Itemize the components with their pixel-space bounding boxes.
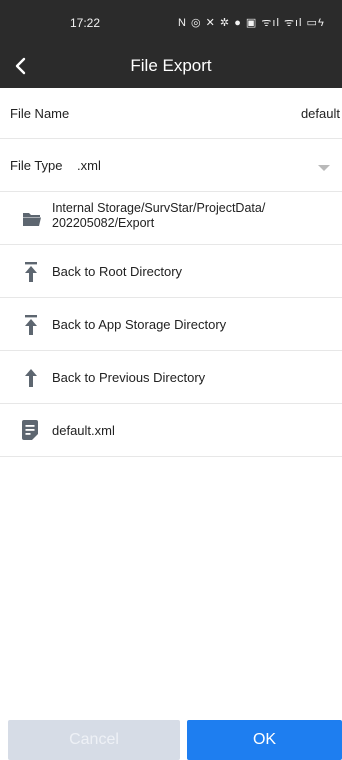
list-item-label: default.xml bbox=[52, 423, 115, 438]
current-path-row: Internal Storage/SurvStar/ProjectData/ 2… bbox=[0, 192, 342, 245]
status-bar: 17:22 N ◎ ✕ ✲ ● ▣ ᯤıl ᯤıl ▭ϟ bbox=[0, 0, 342, 44]
list-item-label: Back to Previous Directory bbox=[52, 370, 206, 385]
file-name-field[interactable]: default bbox=[301, 106, 340, 121]
current-path-text: Internal Storage/SurvStar/ProjectData/ 2… bbox=[52, 201, 266, 230]
page-title: File Export bbox=[130, 56, 212, 75]
footer-bar: Cancel OK bbox=[0, 716, 342, 760]
list-item-label: Back to App Storage Directory bbox=[52, 317, 227, 332]
list-item-label: Back to Root Directory bbox=[52, 264, 183, 279]
cancel-button[interactable]: Cancel bbox=[8, 720, 180, 760]
list-item-back-to-app-storage[interactable]: Back to App Storage Directory bbox=[0, 298, 342, 351]
title-bar: File Export bbox=[0, 44, 342, 88]
list-item-back-to-root[interactable]: Back to Root Directory bbox=[0, 245, 342, 298]
file-type-select[interactable]: .xml bbox=[77, 158, 101, 173]
status-time: 17:22 bbox=[70, 16, 101, 30]
arrow-up-to-top-icon bbox=[25, 315, 37, 335]
file-icon bbox=[22, 420, 38, 440]
arrow-up-icon bbox=[25, 369, 37, 387]
file-name-row[interactable]: File Name default bbox=[0, 88, 342, 139]
folder-icon bbox=[23, 213, 41, 226]
ok-button[interactable]: OK bbox=[187, 720, 342, 760]
file-type-row[interactable]: File Type .xml bbox=[0, 139, 342, 192]
file-type-label: File Type bbox=[10, 158, 63, 173]
list-item-back-to-previous[interactable]: Back to Previous Directory bbox=[0, 351, 342, 404]
status-icons: N ◎ ✕ ✲ ● ▣ ᯤıl ᯤıl ▭ϟ bbox=[178, 17, 325, 29]
arrow-up-to-top-icon bbox=[25, 262, 37, 282]
file-name-label: File Name bbox=[10, 106, 70, 121]
list-item-file[interactable]: default.xml bbox=[0, 404, 342, 457]
dropdown-arrow-icon[interactable] bbox=[318, 165, 330, 171]
